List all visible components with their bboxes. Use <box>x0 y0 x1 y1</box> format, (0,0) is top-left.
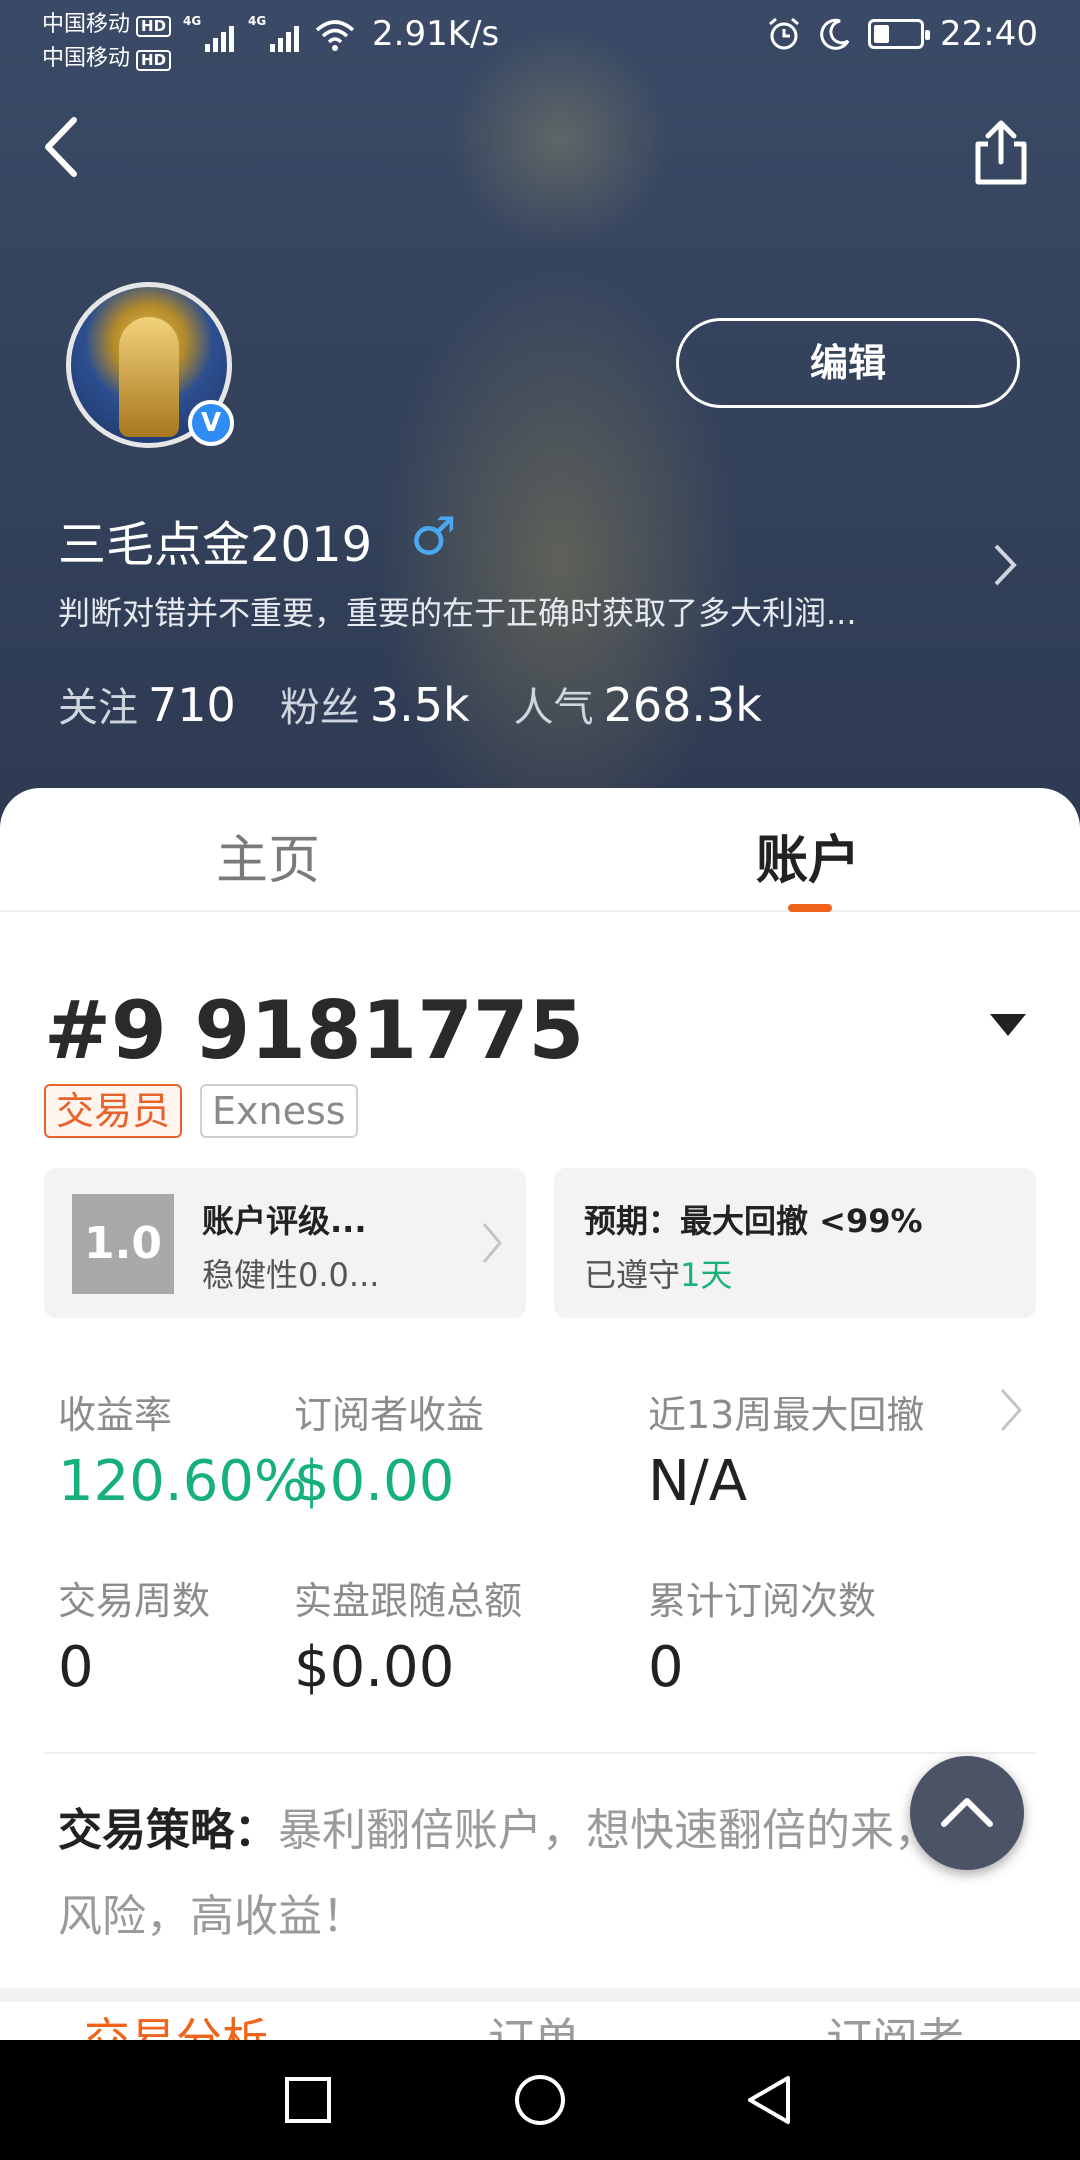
account-rating-box[interactable]: 1.0 账户评级... 稳健性0.0... <box>44 1168 526 1318</box>
clock: 22:40 <box>940 14 1038 54</box>
stat-value: 3.5k <box>369 678 470 732</box>
recent-apps-icon[interactable] <box>278 2070 338 2130</box>
metric-label: 收益率 <box>58 1393 173 1437</box>
metric-subscription-count: 累计订阅次数 0 <box>648 1570 876 1700</box>
stat-following[interactable]: 关注 710 <box>58 675 236 733</box>
subtab-orders[interactable]: 订单 <box>488 2004 580 2040</box>
metric-follow-total: 实盘跟随总额 $0.00 <box>294 1570 522 1700</box>
profile-tabs: 主页 账户 <box>0 788 1080 912</box>
male-gender-icon: ♂ <box>410 507 457 567</box>
back-arrow-icon[interactable] <box>38 112 88 182</box>
profile-stats: 关注 710 粉丝 3.5k 人气 268.3k <box>58 675 762 733</box>
metric-label: 订阅者收益 <box>294 1393 485 1437</box>
account-number: #9 9181775 <box>44 984 585 1077</box>
metric-value: 120.60% <box>58 1449 308 1514</box>
signal-icon: 4G <box>183 14 234 52</box>
strategy-label: 交易策略： <box>58 1805 278 1856</box>
username: 三毛点金2019 <box>58 517 373 573</box>
trader-tag: 交易员 <box>44 1084 183 1138</box>
carrier-info: 中国移动 HD 中国移动 HD <box>42 8 172 76</box>
broker-tag: Exness <box>200 1084 358 1138</box>
net-type: 4G <box>248 14 267 28</box>
metric-max-drawdown[interactable]: 近13周最大回撤 N/A <box>648 1384 924 1514</box>
rating-subtitle: 稳健性0.0... <box>202 1256 380 1294</box>
wifi-icon <box>315 20 355 51</box>
signal-indicators: 4G 4G <box>183 14 355 52</box>
share-icon[interactable] <box>970 118 1032 188</box>
battery-icon <box>868 19 931 49</box>
trading-strategy: 交易策略：暴利翻倍账户，想快速翻倍的来，高风险，高收益！ <box>58 1788 1018 1960</box>
tab-indicator <box>788 904 832 912</box>
metric-return: 收益率 120.60% <box>58 1384 307 1514</box>
sub-tabs: 交易分析 订单 订阅者 <box>0 2002 1080 2040</box>
profile-bio[interactable]: 判断对错并不重要，重要的在于正确时获取了多大利润... <box>58 588 938 634</box>
metric-label: 交易周数 <box>58 1579 211 1623</box>
expectation-days: 1天 <box>680 1256 733 1294</box>
back-triangle-icon[interactable] <box>740 2070 800 2130</box>
alarm-icon <box>769 17 799 50</box>
stat-value: 268.3k <box>603 678 762 732</box>
network-speed: 2.91K/s <box>372 14 500 54</box>
edit-button[interactable]: 编辑 <box>676 318 1020 408</box>
expectation-status: 已遵守1天 <box>584 1250 732 1296</box>
home-circle-icon[interactable] <box>510 2070 570 2130</box>
metric-value: $0.00 <box>294 1449 455 1514</box>
signal-icon: 4G <box>248 14 299 52</box>
profile-header: 中国移动 HD 中国移动 HD 4G 4G 2.91K/s 22:40 V 编辑… <box>0 0 1080 840</box>
metric-value: $0.00 <box>294 1635 455 1700</box>
verified-badge-icon: V <box>188 400 234 446</box>
tab-account[interactable]: 账户 <box>756 818 860 893</box>
expectation-prefix: 已遵守 <box>584 1256 681 1294</box>
carrier-2: 中国移动 <box>42 46 131 71</box>
stat-label: 人气 <box>513 685 594 731</box>
expectation-title: 预期：最大回撤 <99% <box>584 1202 923 1240</box>
stat-label: 关注 <box>58 685 138 731</box>
stat-value: 710 <box>148 678 236 732</box>
metric-trade-weeks: 交易周数 0 <box>58 1570 210 1700</box>
metric-value: N/A <box>648 1449 748 1514</box>
moon-icon <box>820 18 850 50</box>
chevron-right-icon[interactable] <box>998 1386 1024 1434</box>
metric-label: 实盘跟随总额 <box>294 1579 523 1623</box>
status-bar: 中国移动 HD 中国移动 HD 4G 4G 2.91K/s 22:40 <box>0 0 1080 80</box>
tab-home[interactable]: 主页 <box>216 818 320 893</box>
carrier-1: 中国移动 <box>42 12 131 37</box>
stat-popularity: 人气 268.3k <box>514 675 762 733</box>
net-type: 4G <box>183 14 202 28</box>
rating-score: 1.0 <box>72 1194 174 1294</box>
section-gap <box>0 1988 1080 2002</box>
metric-value: 0 <box>58 1635 94 1700</box>
stat-followers[interactable]: 粉丝 3.5k <box>280 675 470 733</box>
scroll-to-top-button[interactable] <box>910 1756 1024 1870</box>
subtab-subscribers[interactable]: 订阅者 <box>826 2004 964 2040</box>
chevron-right-icon[interactable] <box>990 540 1020 590</box>
system-nav-bar <box>0 2040 1080 2160</box>
dropdown-triangle-icon[interactable] <box>988 1010 1028 1040</box>
chevron-up-icon <box>941 1798 993 1827</box>
status-right: 22:40 <box>766 14 1038 54</box>
metric-label: 累计订阅次数 <box>648 1579 877 1623</box>
expectation-box: 预期：最大回撤 <99% 已遵守1天 <box>554 1168 1036 1318</box>
chevron-right-icon <box>482 1223 502 1263</box>
divider <box>44 1752 1036 1754</box>
metric-label: 近13周最大回撤 <box>648 1393 925 1437</box>
metric-value: 0 <box>648 1635 684 1700</box>
subtab-trade-analysis[interactable]: 交易分析 <box>84 2004 268 2040</box>
rating-title: 账户评级... <box>202 1202 367 1240</box>
hd-badge: HD <box>136 50 172 71</box>
metric-subscriber-return: 订阅者收益 $0.00 <box>294 1384 484 1514</box>
stat-label: 粉丝 <box>279 685 360 731</box>
hd-badge: HD <box>136 16 172 37</box>
